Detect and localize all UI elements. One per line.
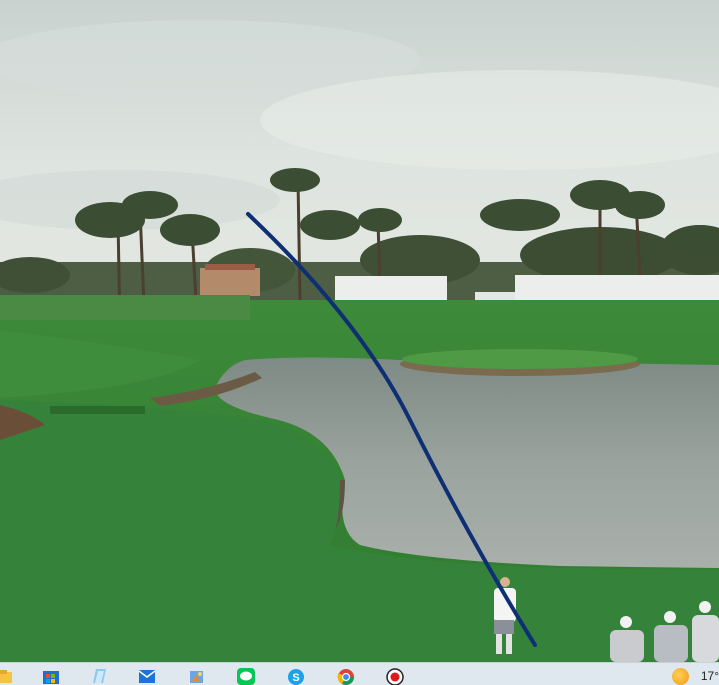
island-green <box>400 349 640 376</box>
notepad-icon[interactable] <box>90 667 108 685</box>
clubhouse <box>200 268 260 296</box>
weather-temperature[interactable]: 17° <box>701 669 719 683</box>
screen-recorder-icon[interactable] <box>386 667 404 685</box>
golf-video-frame <box>0 0 719 662</box>
microsoft-store-icon[interactable] <box>42 667 60 685</box>
skype-icon[interactable]: S <box>287 667 305 685</box>
windows-taskbar: S 17° <box>0 662 719 685</box>
chrome-icon[interactable] <box>337 667 355 685</box>
mail-icon[interactable] <box>138 667 156 685</box>
weather-icon[interactable] <box>672 668 689 685</box>
photos-icon[interactable] <box>188 667 206 685</box>
desktop-screen: S 17° <box>0 0 719 685</box>
svg-text:S: S <box>292 672 299 684</box>
file-explorer-icon[interactable] <box>0 667 18 685</box>
line-app-icon[interactable] <box>237 667 255 685</box>
